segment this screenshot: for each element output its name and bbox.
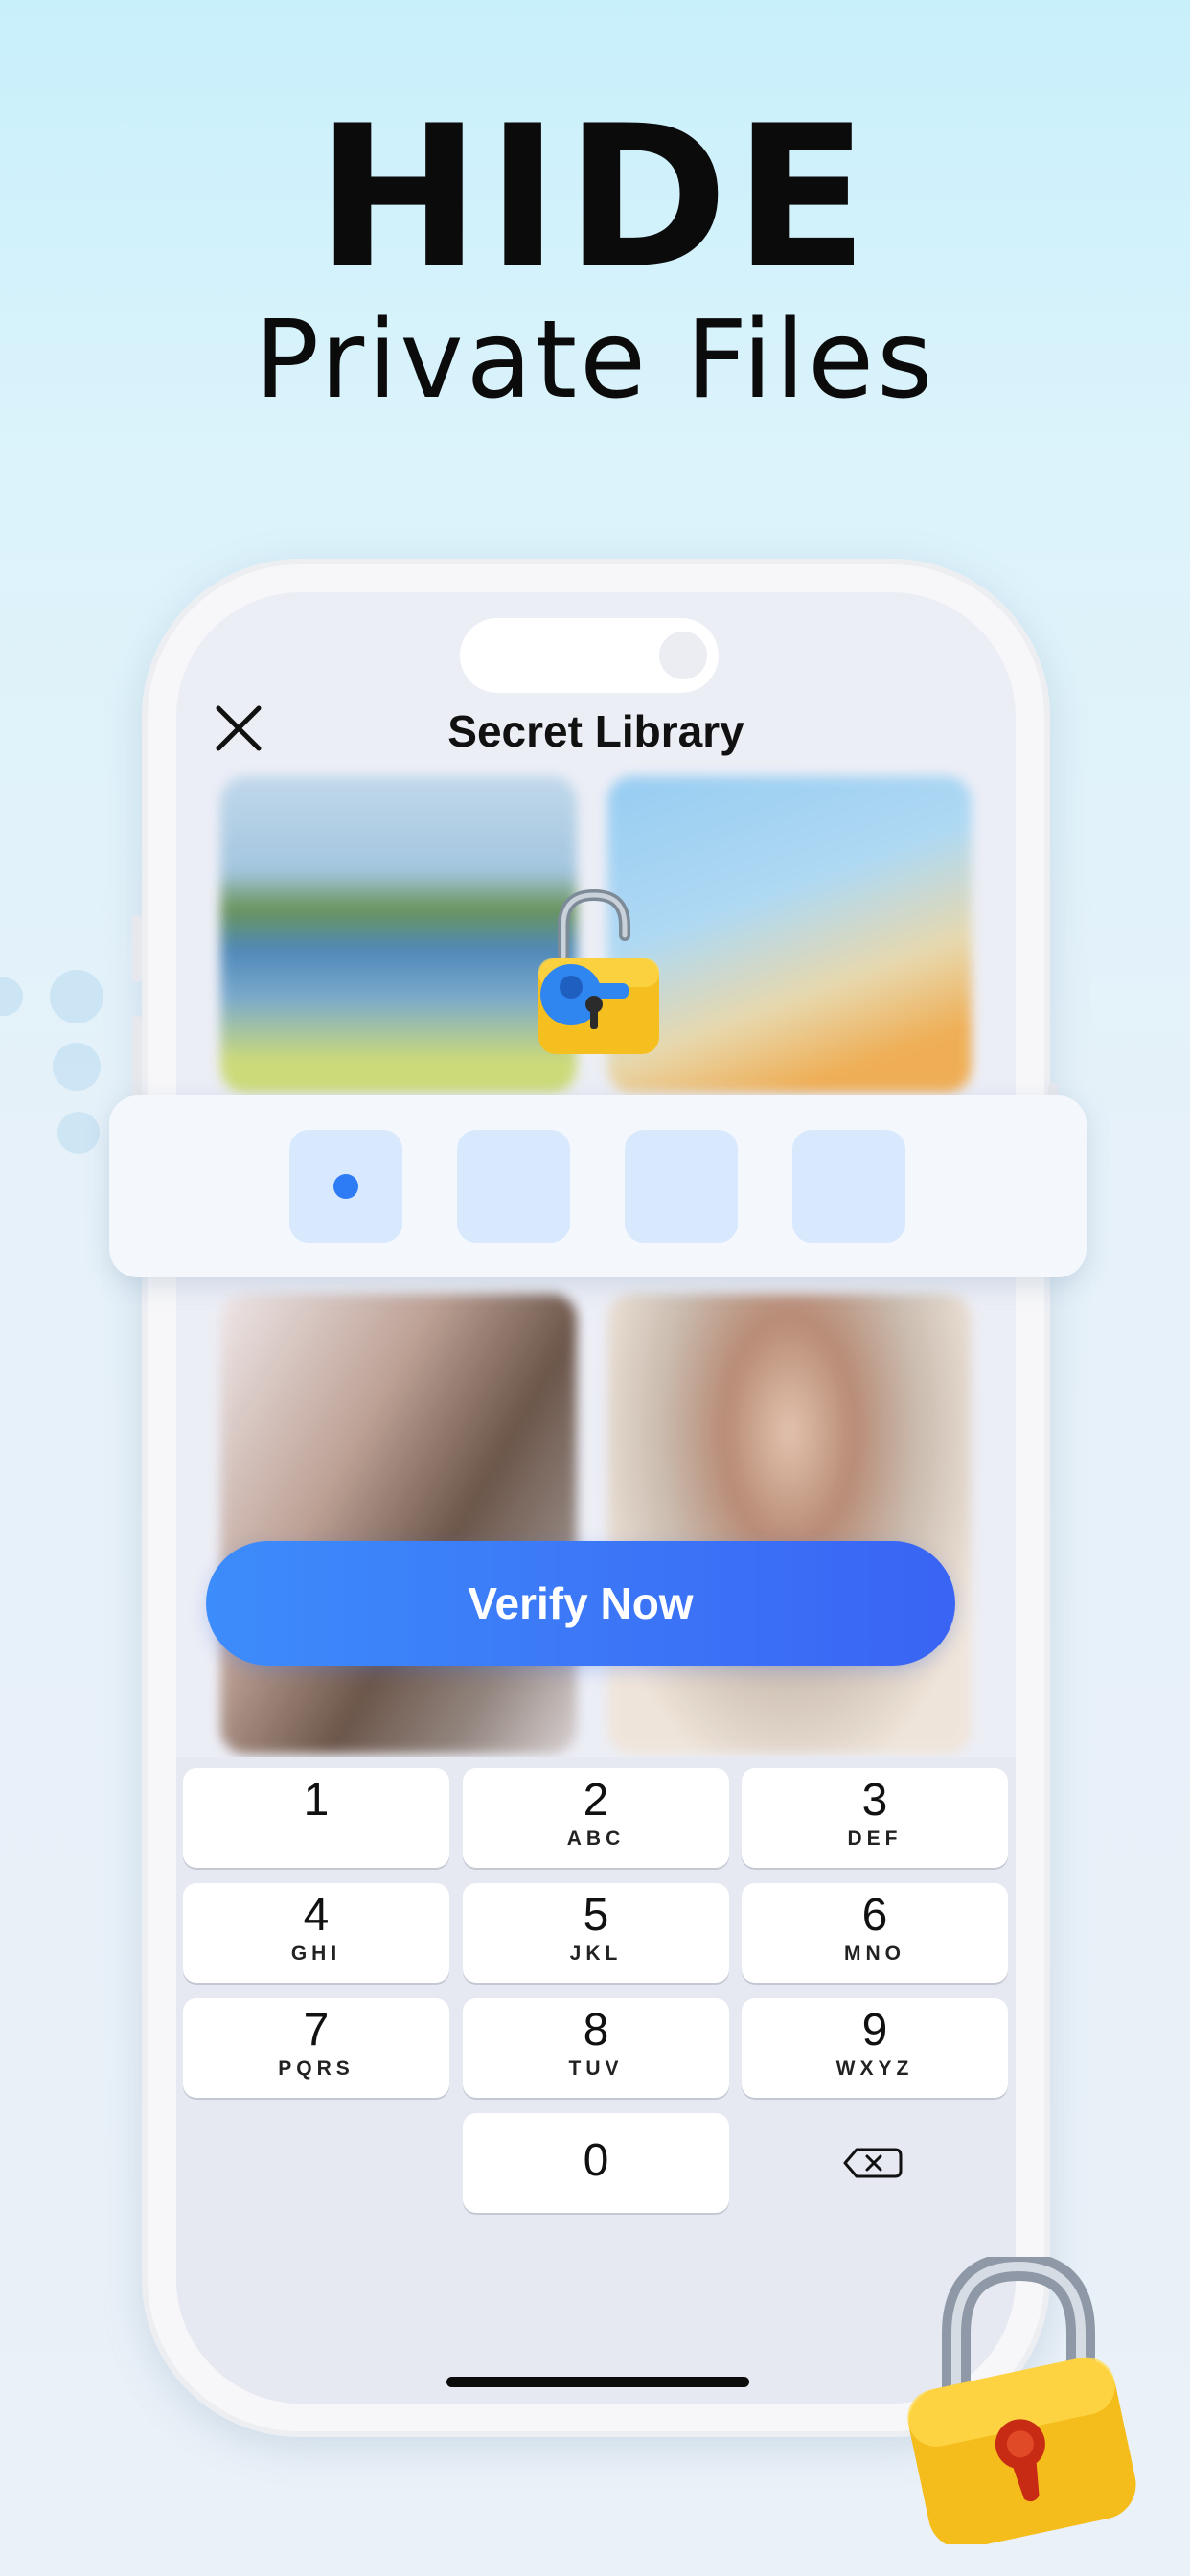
blurred-photo-portrait [220, 1294, 577, 1754]
key-7[interactable]: 7 PQRS [183, 1998, 449, 2098]
hero-subtitle: Private Files [254, 298, 936, 423]
hero-title: HIDE [315, 84, 875, 312]
key-number: 9 [861, 2005, 888, 2056]
blurred-photo-lake [220, 776, 577, 1092]
key-number: 7 [303, 2005, 330, 2056]
key-letters: WXYZ [835, 2058, 914, 2080]
key-3[interactable]: 3 DEF [742, 1768, 1008, 1868]
locked-padlock-icon [889, 2251, 1148, 2549]
pin-filled-dot [333, 1174, 358, 1199]
key-letters: TUV [568, 2058, 624, 2080]
pin-box-2[interactable] [457, 1130, 570, 1243]
key-1[interactable]: 1 [183, 1768, 449, 1868]
key-0[interactable]: 0 [463, 2113, 729, 2213]
key-number: 8 [583, 2005, 609, 2056]
key-number: 4 [303, 1890, 330, 1941]
dynamic-island [460, 618, 719, 693]
key-number: 5 [583, 1890, 609, 1941]
pin-entry-panel [109, 1095, 1087, 1277]
screen-title: Secret Library [447, 706, 744, 756]
key-number: 6 [861, 1890, 888, 1941]
verify-now-button[interactable]: Verify Now [206, 1541, 955, 1666]
key-letters: MNO [844, 1943, 905, 1965]
backspace-icon[interactable] [742, 2113, 1008, 2213]
key-number: 0 [583, 2135, 609, 2186]
blurred-photo-portrait [607, 1294, 972, 1754]
key-number: 2 [583, 1775, 609, 1826]
pin-box-4[interactable] [792, 1130, 905, 1243]
key-letters: ABC [566, 1828, 626, 1850]
key-2[interactable]: 2 ABC [463, 1768, 729, 1868]
key-4[interactable]: 4 GHI [183, 1883, 449, 1983]
pin-box-3[interactable] [625, 1130, 738, 1243]
key-5[interactable]: 5 JKL [463, 1883, 729, 1983]
key-letters: JKL [569, 1943, 623, 1965]
key-6[interactable]: 6 MNO [742, 1883, 1008, 1983]
key-letters: PQRS [278, 2058, 355, 2080]
key-8[interactable]: 8 TUV [463, 1998, 729, 2098]
key-letters: DEF [847, 1828, 903, 1850]
key-number: 3 [861, 1775, 888, 1826]
phone-side-button [132, 915, 142, 982]
key-number: 1 [303, 1775, 330, 1826]
camera-dot [659, 632, 707, 679]
unlocked-padlock-icon [525, 887, 669, 1060]
home-indicator [446, 2377, 749, 2387]
key-letters: GHI [290, 1943, 342, 1965]
key-9[interactable]: 9 WXYZ [742, 1998, 1008, 2098]
phone-screen: Secret Library 1 2 ABC 3 DEF 4 GHI 5 JKL… [176, 592, 1016, 2404]
pin-box-1[interactable] [289, 1130, 402, 1243]
